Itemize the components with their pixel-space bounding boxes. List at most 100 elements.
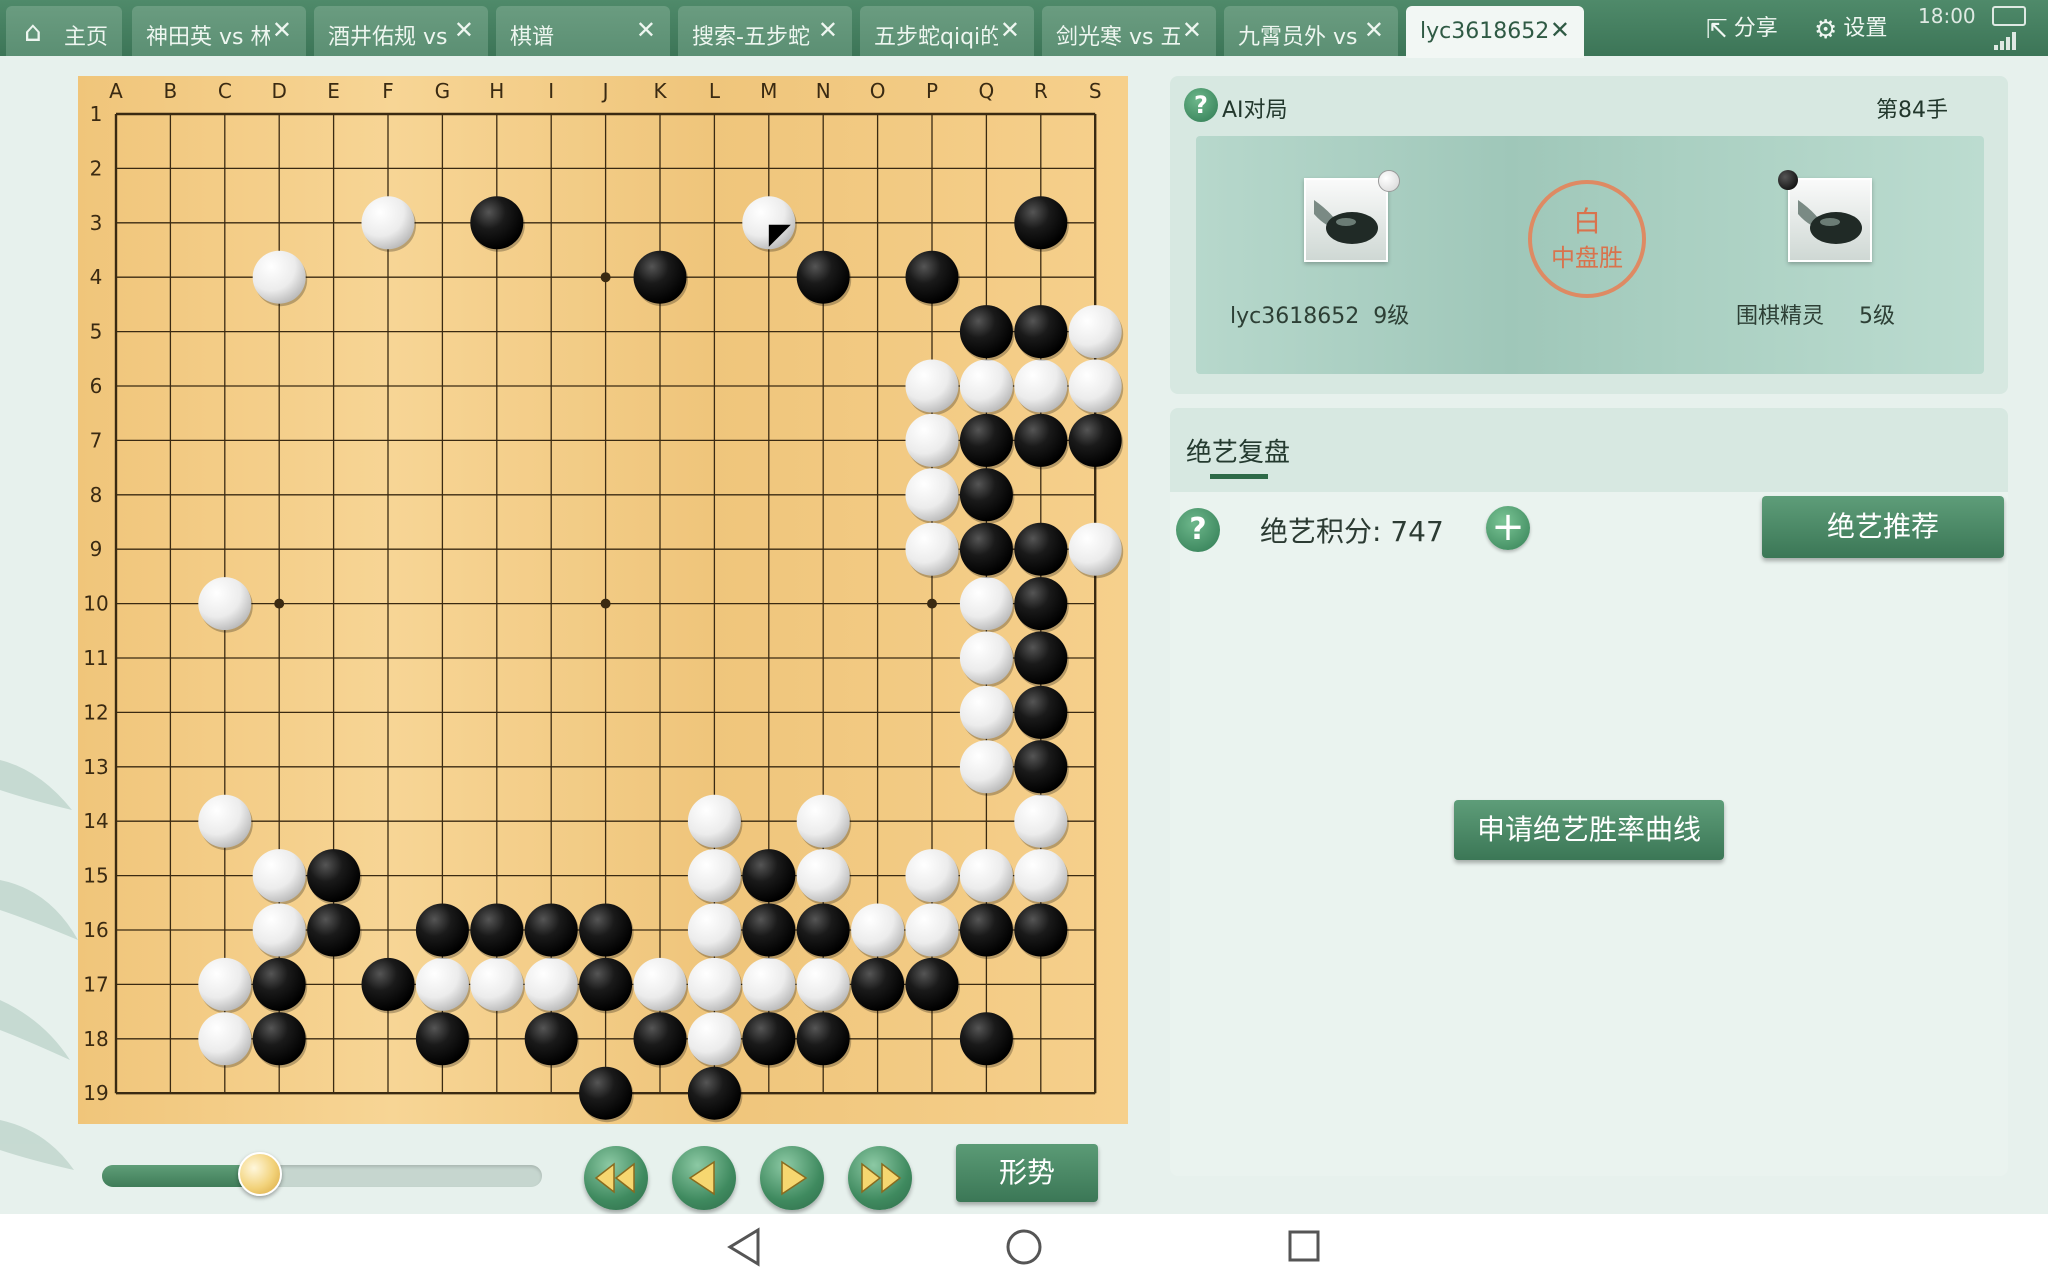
white-stone xyxy=(361,196,415,250)
help-icon[interactable]: ? xyxy=(1176,508,1220,552)
white-stone-indicator xyxy=(1378,170,1400,192)
slider-handle[interactable] xyxy=(238,1152,283,1196)
column-label: F xyxy=(382,79,394,103)
back-icon[interactable] xyxy=(727,1227,760,1267)
move-number: 第84手 xyxy=(1876,98,1948,123)
close-icon[interactable]: ✕ xyxy=(818,16,838,44)
first-move-button[interactable] xyxy=(584,1146,648,1210)
black-stone xyxy=(1014,740,1068,794)
tab-ai-review[interactable]: 绝艺复盘 xyxy=(1186,432,1290,469)
close-icon[interactable]: ✕ xyxy=(454,16,474,44)
column-label: C xyxy=(218,79,232,103)
board-grid[interactable]: A B C D E F G H I J K L M N O P Q R S123456789101112131415… xyxy=(78,76,1128,1124)
recents-icon[interactable] xyxy=(1288,1230,1320,1262)
column-label: N xyxy=(816,79,831,103)
avatar-right-player[interactable] xyxy=(1788,178,1872,262)
avatar-image xyxy=(1798,200,1862,244)
black-stone xyxy=(1014,522,1068,576)
close-icon[interactable]: ✕ xyxy=(1182,16,1202,44)
move-slider[interactable] xyxy=(102,1165,542,1187)
tab-label: 神田英 vs 林 xyxy=(146,25,270,50)
black-stone xyxy=(633,1012,687,1066)
home-icon: ⌂ xyxy=(24,15,42,48)
column-label: O xyxy=(870,79,886,103)
go-board[interactable]: A B C D E F G H I J K L M N O P Q R S 1 2 3 4 5 6 7 8 9 10 11 12 13 14 15… xyxy=(78,76,1128,1124)
tab-kifu[interactable]: 棋谱 ✕ xyxy=(496,6,670,56)
tab-search[interactable]: 搜索-五步蛇 ✕ xyxy=(678,6,852,56)
row-label: 18 xyxy=(83,1027,108,1051)
black-stone xyxy=(633,250,687,304)
tab-game-1[interactable]: 神田英 vs 林 ✕ xyxy=(132,6,306,56)
tab-game-7[interactable]: 九霄员外 vs ✕ xyxy=(1224,6,1398,56)
row-label: 8 xyxy=(90,483,103,507)
home-nav-icon[interactable] xyxy=(1006,1229,1042,1265)
avatar-left-player[interactable] xyxy=(1304,178,1388,262)
white-stone xyxy=(959,631,1013,685)
close-icon[interactable]: ✕ xyxy=(1000,16,1020,44)
row-label: 6 xyxy=(90,374,103,398)
white-stone xyxy=(1014,794,1068,848)
white-stone xyxy=(252,903,306,957)
close-icon[interactable]: ✕ xyxy=(1550,16,1570,44)
next-move-button[interactable] xyxy=(760,1146,824,1210)
white-stone xyxy=(252,849,306,903)
star-point xyxy=(274,598,285,609)
white-stone xyxy=(470,957,524,1011)
white-stone xyxy=(687,849,741,903)
last-move-button[interactable] xyxy=(848,1146,912,1210)
white-stone xyxy=(905,468,959,522)
white-stone xyxy=(796,849,850,903)
black-stone xyxy=(742,903,796,957)
tab-current-game[interactable]: lyc3618652 ✕ xyxy=(1406,6,1584,58)
white-stone xyxy=(959,740,1013,794)
tab-game-6[interactable]: 剑光寒 vs 五 ✕ xyxy=(1042,6,1216,56)
close-icon[interactable]: ✕ xyxy=(636,16,656,44)
signal-icon xyxy=(1994,32,2020,50)
tab-label: 棋谱 xyxy=(510,25,555,50)
black-stone xyxy=(307,903,361,957)
black-stone xyxy=(1014,413,1068,467)
ai-recommend-button[interactable]: 绝艺推荐 xyxy=(1762,496,2004,558)
black-stone xyxy=(1014,685,1068,739)
ai-tab-bar xyxy=(1170,408,2008,492)
black-stone xyxy=(1014,196,1068,250)
column-label: B xyxy=(164,79,178,103)
black-stone xyxy=(851,957,905,1011)
tab-underline xyxy=(1210,474,1268,479)
black-stone xyxy=(959,522,1013,576)
win-rate-curve-button[interactable]: 申请绝艺胜率曲线 xyxy=(1454,800,1724,860)
close-icon[interactable]: ✕ xyxy=(272,16,292,44)
prev-move-button[interactable] xyxy=(672,1146,736,1210)
add-score-button[interactable]: + xyxy=(1486,506,1530,550)
fast-forward-icon xyxy=(861,1162,902,1194)
black-stone xyxy=(959,1012,1013,1066)
tab-home[interactable]: ⌂ 主页 xyxy=(6,6,122,56)
trend-button[interactable]: 形势 xyxy=(956,1144,1098,1202)
black-stone xyxy=(415,903,469,957)
row-label: 4 xyxy=(90,265,103,289)
help-icon[interactable]: ? xyxy=(1184,88,1218,122)
column-label: I xyxy=(548,79,554,103)
settings-button[interactable]: ⚙ 设置 xyxy=(1814,10,1887,45)
white-stone xyxy=(796,794,850,848)
tab-game-2[interactable]: 酒井佑规 vs ✕ xyxy=(314,6,488,56)
white-stone xyxy=(742,957,796,1011)
white-stone xyxy=(252,250,306,304)
tab-label: lyc3618652 xyxy=(1420,19,1550,44)
black-stone xyxy=(905,957,959,1011)
star-point xyxy=(600,598,611,609)
row-label: 9 xyxy=(90,537,103,561)
share-label: 分享 xyxy=(1733,16,1778,41)
tab-game-5[interactable]: 五步蛇qiqi的 ✕ xyxy=(860,6,1034,56)
tab-label: 主页 xyxy=(64,25,109,50)
player-rank: 5级 xyxy=(1858,304,1895,329)
black-stone xyxy=(1068,413,1122,467)
row-label: 19 xyxy=(83,1081,108,1105)
black-stone xyxy=(796,1012,850,1066)
row-label: 7 xyxy=(90,428,103,452)
share-button[interactable]: ⇱ 分享 xyxy=(1706,10,1778,45)
close-icon[interactable]: ✕ xyxy=(1364,16,1384,44)
tab-label: 剑光寒 vs 五 xyxy=(1056,25,1180,50)
column-label: E xyxy=(327,79,340,103)
row-label: 16 xyxy=(83,918,108,942)
